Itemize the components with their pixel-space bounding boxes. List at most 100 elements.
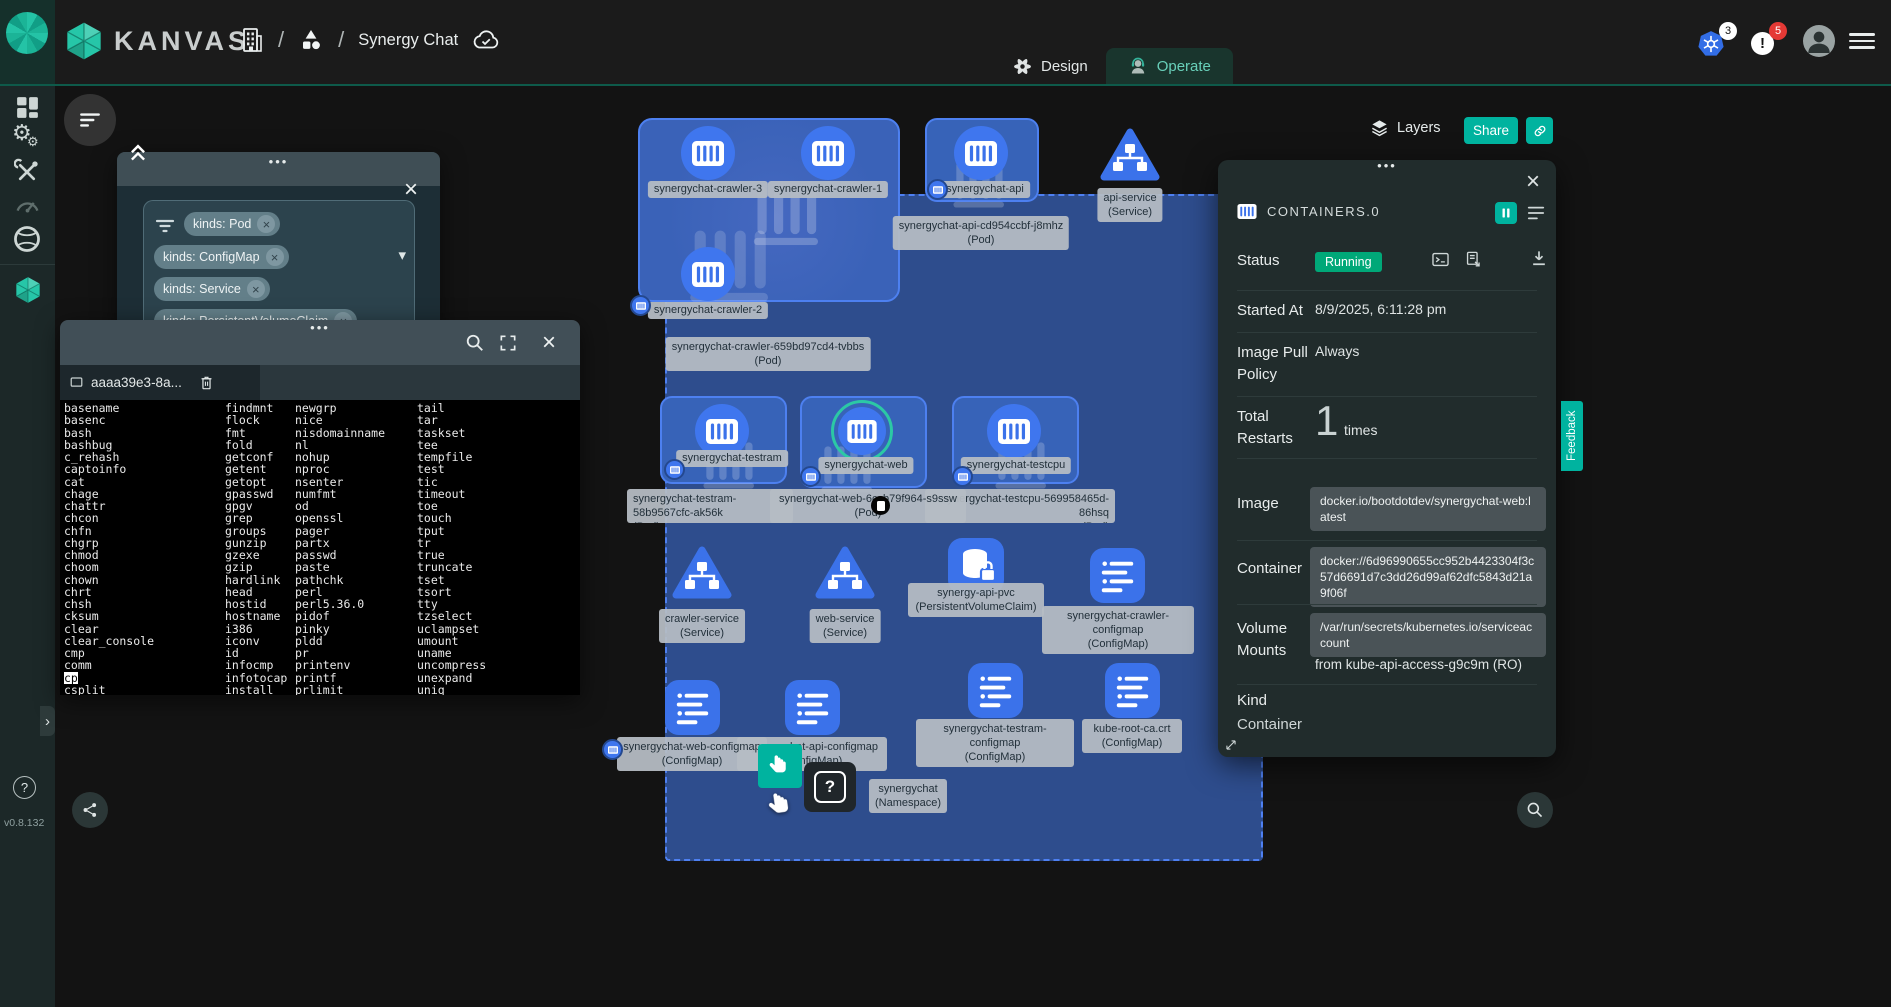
configmap-node-web[interactable] bbox=[665, 680, 720, 735]
view-columns-button[interactable] bbox=[1495, 202, 1517, 224]
pod-badge-icon[interactable] bbox=[664, 459, 685, 480]
design-name[interactable]: Synergy Chat bbox=[358, 31, 458, 50]
configmap-node-testram[interactable] bbox=[968, 663, 1023, 718]
expand-icon[interactable] bbox=[1224, 738, 1238, 752]
layers-button[interactable]: Layers bbox=[1370, 118, 1441, 137]
kanvas-brand[interactable]: KANVAS bbox=[64, 21, 250, 61]
node-label[interactable]: synergychat-crawler-1 bbox=[768, 181, 888, 198]
link-icon bbox=[1532, 123, 1548, 139]
mouse-cursor-hand-icon bbox=[764, 788, 798, 822]
pod-badge-icon[interactable] bbox=[800, 466, 821, 487]
fullscreen-icon[interactable] bbox=[498, 333, 518, 353]
exec-terminal-icon[interactable] bbox=[1431, 250, 1450, 269]
drag-handle-icon[interactable]: ••• bbox=[310, 320, 330, 335]
pod-fullname-label: synergychat-api-cd954ccbf-j8mhz (Pod) bbox=[893, 216, 1069, 250]
notifications-button[interactable]: ! 5 bbox=[1751, 22, 1789, 60]
service-node-crawler[interactable] bbox=[672, 546, 732, 600]
pan-tool-button[interactable] bbox=[758, 744, 802, 788]
share-button[interactable]: Share bbox=[1464, 117, 1518, 144]
sidebar-item-kanvas-active[interactable] bbox=[14, 276, 42, 304]
details-open-badge-icon[interactable] bbox=[871, 496, 890, 515]
image-value[interactable]: docker.io/bootdotdev/synergychat-web:lat… bbox=[1310, 487, 1546, 531]
filter-chip[interactable]: kinds: Pod× bbox=[184, 212, 280, 236]
node-label[interactable]: synergychat-testcpu bbox=[961, 457, 1071, 474]
namespace-badge-icon[interactable] bbox=[602, 739, 623, 760]
download-icon[interactable] bbox=[1529, 248, 1549, 268]
operate-headset-icon bbox=[1128, 56, 1148, 76]
section-header: CONTAINERS.0 bbox=[1237, 204, 1380, 219]
filter-chip[interactable]: kinds: ConfigMap× bbox=[154, 245, 289, 269]
chip-close-icon[interactable]: × bbox=[247, 280, 265, 298]
user-avatar[interactable] bbox=[1803, 25, 1835, 57]
total-restarts-label: Total Restarts bbox=[1237, 406, 1307, 450]
sidebar-item-extensions[interactable] bbox=[12, 224, 42, 254]
container-icon bbox=[812, 141, 844, 166]
assistant-button[interactable] bbox=[72, 792, 108, 828]
collapse-icon[interactable] bbox=[127, 140, 149, 162]
cloud-sync-icon[interactable] bbox=[472, 29, 500, 51]
trash-icon[interactable] bbox=[198, 374, 215, 392]
pod-fullname-label: synergychat-crawler-659bd97cd4-tvbbs (Po… bbox=[666, 337, 871, 371]
terminal-tab[interactable]: aaaa39e3-8a... bbox=[60, 365, 260, 400]
filter-panel-header[interactable]: ••• bbox=[117, 152, 440, 186]
node-label[interactable]: synergychat-crawler-2 bbox=[648, 302, 768, 319]
help-tool-button[interactable]: ? bbox=[804, 762, 856, 812]
search-icon[interactable] bbox=[465, 333, 485, 353]
terminal-close-icon[interactable]: × bbox=[542, 329, 556, 357]
configmap-node-api[interactable] bbox=[785, 680, 840, 735]
sidebar-item-lifecycle[interactable]: ⚙ ⚙ bbox=[12, 122, 42, 152]
service-node-api[interactable] bbox=[1100, 128, 1160, 182]
filter-chip[interactable]: kinds: Service× bbox=[154, 277, 270, 301]
sidebar-item-performance[interactable] bbox=[14, 193, 41, 220]
configmap-node-kube-root[interactable] bbox=[1105, 663, 1160, 718]
feedback-tab[interactable]: Feedback bbox=[1561, 401, 1583, 471]
image-pull-policy-value: Always bbox=[1315, 343, 1359, 359]
designs-icon[interactable] bbox=[298, 27, 324, 53]
help-button[interactable]: ? bbox=[13, 776, 36, 799]
pod-node-api[interactable] bbox=[954, 126, 1008, 180]
chip-close-icon[interactable]: × bbox=[257, 215, 275, 233]
panel-menu-button[interactable] bbox=[64, 94, 116, 146]
terminal-header[interactable]: ••• × bbox=[60, 320, 580, 365]
node-label[interactable]: synergychat-web bbox=[818, 457, 913, 474]
filter-close-icon[interactable]: × bbox=[404, 178, 418, 202]
top-navbar: KANVAS / / Synergy Chat bbox=[0, 0, 1891, 86]
list-view-icon[interactable] bbox=[1526, 204, 1546, 222]
breadcrumb-separator: / bbox=[278, 27, 284, 53]
tab-design[interactable]: Design bbox=[995, 49, 1106, 84]
pod-badge-icon[interactable] bbox=[952, 466, 973, 487]
pod-node-web-selected[interactable] bbox=[831, 400, 893, 462]
service-node-web[interactable] bbox=[815, 546, 875, 600]
node-label[interactable]: synergychat-api bbox=[940, 181, 1030, 198]
zoom-search-button[interactable] bbox=[1517, 792, 1553, 828]
notification-count-badge: 5 bbox=[1769, 22, 1787, 40]
node-label[interactable]: synergychat-testram bbox=[676, 450, 788, 467]
pod-node-crawler-3[interactable] bbox=[681, 126, 735, 180]
tab-operate[interactable]: Operate bbox=[1106, 48, 1233, 84]
meshery-logo-icon[interactable] bbox=[6, 12, 48, 54]
pod-node-crawler-2[interactable] bbox=[681, 247, 735, 301]
pod-badge-icon[interactable] bbox=[927, 179, 948, 200]
sidebar-item-dashboard[interactable] bbox=[14, 94, 41, 121]
volume-mounts-value[interactable]: /var/run/secrets/kubernetes.io/serviceac… bbox=[1310, 613, 1546, 657]
drag-handle-icon[interactable]: ••• bbox=[1377, 158, 1397, 173]
sidebar-expander[interactable]: › bbox=[40, 706, 55, 736]
panel-close-icon[interactable]: × bbox=[1526, 170, 1540, 194]
drag-handle-icon[interactable]: ••• bbox=[269, 154, 289, 169]
configmap-node-crawler[interactable] bbox=[1090, 548, 1145, 603]
menu-button[interactable] bbox=[1849, 29, 1875, 53]
kubernetes-contexts-button[interactable]: 3 bbox=[1697, 22, 1737, 60]
sidebar-item-configuration[interactable] bbox=[14, 158, 41, 185]
logs-icon[interactable] bbox=[1464, 250, 1483, 269]
organization-icon[interactable] bbox=[238, 26, 264, 54]
terminal-output[interactable]: basenamebasencbashbashbugc_rehashcaptoin… bbox=[60, 400, 580, 695]
copy-link-button[interactable] bbox=[1526, 117, 1553, 144]
tab-design-label: Design bbox=[1041, 58, 1088, 75]
chip-close-icon[interactable]: × bbox=[266, 248, 284, 266]
node-label[interactable]: synergychat-crawler-3 bbox=[648, 181, 768, 198]
group-badge-icon[interactable] bbox=[630, 295, 651, 316]
container-id-value[interactable]: docker://6d96990655cc952b4423304f3c57d66… bbox=[1310, 547, 1546, 607]
pod-node-testcpu[interactable] bbox=[987, 404, 1041, 458]
chevron-down-icon[interactable]: ▾ bbox=[398, 246, 406, 264]
pod-node-crawler-1[interactable] bbox=[801, 126, 855, 180]
